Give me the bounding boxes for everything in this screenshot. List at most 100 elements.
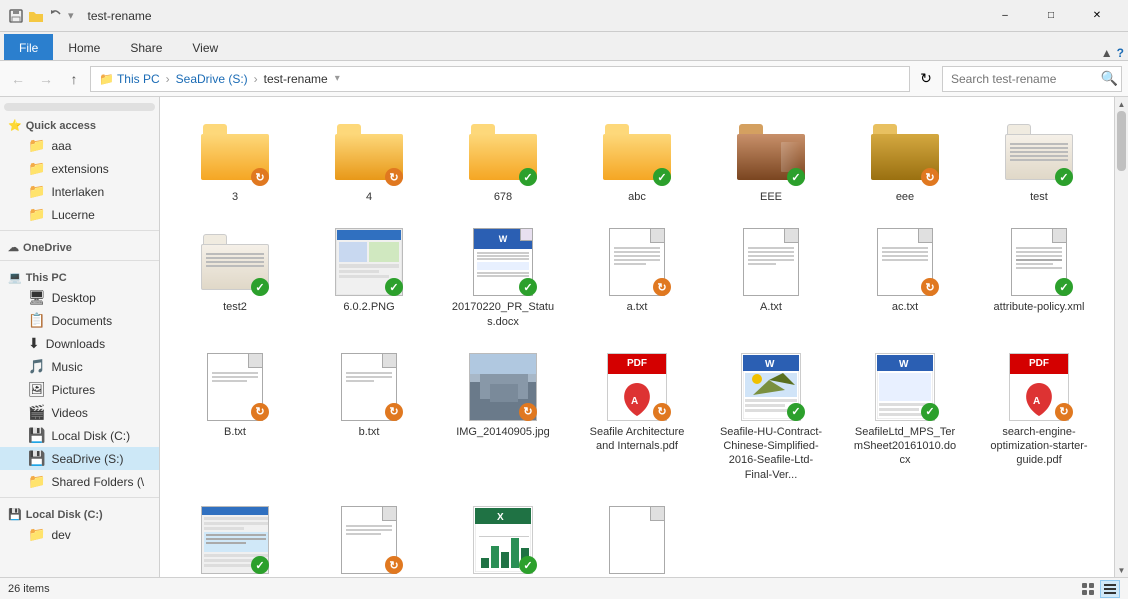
status-badge-EEE: ✓ bbox=[787, 168, 805, 186]
sidebar-item-downloads[interactable]: ⬇ Downloads bbox=[0, 332, 159, 355]
shared-folder-icon: 📁 bbox=[28, 473, 45, 490]
tab-view[interactable]: View bbox=[177, 34, 233, 60]
sidebar-scroll-indicator bbox=[4, 103, 155, 111]
up-button[interactable]: ↑ bbox=[62, 67, 86, 91]
sidebar-label-extensions: extensions bbox=[51, 162, 108, 176]
search-button[interactable]: 🔍 bbox=[1101, 70, 1118, 87]
sidebar-item-shared[interactable]: 📁 Shared Folders (\ bbox=[0, 470, 159, 493]
file-item-678[interactable]: ✓ 678 bbox=[440, 109, 566, 211]
breadcrumb-separator0: 📁 bbox=[99, 72, 114, 86]
sidebar-section-quickaccess[interactable]: ⭐ Quick access bbox=[0, 113, 159, 134]
svg-text:A: A bbox=[631, 396, 638, 407]
file-item-eee[interactable]: ↻ eee bbox=[842, 109, 968, 211]
file-item-seafile-arch-pdf[interactable]: PDF A ↻ Seafile Architecture and Interna… bbox=[574, 344, 700, 489]
sidebar-item-dev[interactable]: 📁 dev bbox=[0, 523, 159, 546]
sidebar-label-desktop: Desktop bbox=[52, 291, 96, 305]
file-item-Atxt[interactable]: A.txt bbox=[708, 219, 834, 336]
sidebar-item-aaa[interactable]: 📁 aaa bbox=[0, 134, 159, 157]
sidebar-item-extensions[interactable]: 📁 extensions bbox=[0, 157, 159, 180]
view-list-button[interactable] bbox=[1100, 580, 1120, 598]
sidebar-item-documents[interactable]: 📋 Documents bbox=[0, 309, 159, 332]
dropdown-arrow-icon[interactable]: ▾ bbox=[68, 9, 74, 22]
breadcrumb-part3[interactable]: test-rename bbox=[261, 72, 331, 86]
sidebar-label-seadrive: SeaDrive (S:) bbox=[51, 452, 123, 466]
file-item-docx1[interactable]: W ✓ 201 bbox=[440, 219, 566, 336]
file-item-testxlsx[interactable]: X ✓ test.xlsx bbox=[440, 497, 566, 577]
file-name-docx1: 20170220_PR_Status.docx bbox=[451, 300, 556, 329]
file-item-seafile-hu-contract[interactable]: W ✓ Seafile-HU-Contract-Chine bbox=[708, 344, 834, 489]
sidebar-item-interlaken[interactable]: 📁 Interlaken bbox=[0, 180, 159, 203]
folder-icon-wrapper-EEE: ✓ bbox=[735, 116, 807, 188]
file-item-actxt[interactable]: ↻ ac.txt bbox=[842, 219, 968, 336]
view-grid-button[interactable] bbox=[1078, 580, 1098, 598]
breadcrumb-dropdown-icon[interactable]: ▾ bbox=[335, 73, 340, 84]
file-icon-wrapper-602png: ✓ bbox=[333, 226, 405, 298]
tab-share[interactable]: Share bbox=[115, 34, 177, 60]
file-item-Btxt[interactable]: ↻ B.txt bbox=[172, 344, 298, 489]
file-item-4[interactable]: ↻ 4 bbox=[306, 109, 432, 211]
file-item-seafileltd-mps[interactable]: W ✓ SeafileLtd_MPS_TermSheet20161010.doc… bbox=[842, 344, 968, 489]
file-icon-wrapper-img20140905: ↻ bbox=[467, 351, 539, 423]
right-scrollbar[interactable]: ▲ ▼ bbox=[1114, 97, 1128, 577]
Atxt-icon bbox=[743, 228, 799, 296]
star-icon: ⭐ bbox=[8, 119, 22, 132]
file-name-Btxt: B.txt bbox=[224, 425, 246, 439]
back-button[interactable]: ← bbox=[6, 67, 30, 91]
status-badge-seafile-arch-pdf: ↻ bbox=[653, 403, 671, 421]
file-item-602png[interactable]: ✓ 6.0.2.PNG bbox=[306, 219, 432, 336]
file-item-3[interactable]: ↻ 3 bbox=[172, 109, 298, 211]
computer-icon: 💻 bbox=[8, 271, 22, 284]
onedrive-label: OneDrive bbox=[23, 242, 72, 254]
sidebar-section-onedrive[interactable]: ☁ OneDrive bbox=[0, 235, 159, 256]
sidebar-label-shared: Shared Folders (\ bbox=[51, 475, 144, 489]
minimize-button[interactable]: ‒ bbox=[982, 0, 1028, 32]
file-item-seo-guide-pdf[interactable]: PDF A ↻ search-engine-optimization-start… bbox=[976, 344, 1102, 489]
scroll-up-button[interactable]: ▲ bbox=[1115, 97, 1128, 111]
sidebar-section-thispc[interactable]: 💻 This PC bbox=[0, 265, 159, 286]
breadcrumb-part1[interactable]: This PC bbox=[114, 72, 163, 86]
file-item-test2[interactable]: ✓ test2 bbox=[172, 219, 298, 336]
file-item-btxt[interactable]: ↻ b.txt bbox=[306, 344, 432, 489]
statusbar: 26 items bbox=[0, 577, 1128, 599]
file-item-atxt[interactable]: ↻ a.txt bbox=[574, 219, 700, 336]
file-name-atxt: a.txt bbox=[627, 300, 648, 314]
file-item-img20140905[interactable]: ↻ IMG_20140905.jpg bbox=[440, 344, 566, 489]
file-item-unnamed1[interactable]: . bbox=[574, 497, 700, 577]
folder-icon-wrapper-test2: ✓ bbox=[199, 226, 271, 298]
file-item-test[interactable]: ✓ test bbox=[976, 109, 1102, 211]
maximize-button[interactable]: □ bbox=[1028, 0, 1074, 32]
scroll-thumb[interactable] bbox=[1117, 111, 1126, 171]
file-icon-wrapper-Btxt: ↻ bbox=[199, 351, 271, 423]
search-input[interactable] bbox=[942, 66, 1122, 92]
breadcrumb-part2[interactable]: SeaDrive (S:) bbox=[173, 72, 251, 86]
folder-icon-wrapper-abc: ✓ bbox=[601, 116, 673, 188]
file-item-testtxt[interactable]: ↻ test.txt bbox=[306, 497, 432, 577]
file-name-3: 3 bbox=[232, 190, 238, 204]
sidebar-item-videos[interactable]: 🎬 Videos bbox=[0, 401, 159, 424]
sidebar-item-music[interactable]: 🎵 Music bbox=[0, 355, 159, 378]
help-icon[interactable]: ? bbox=[1117, 46, 1124, 60]
forward-button[interactable]: → bbox=[34, 67, 58, 91]
scroll-down-button[interactable]: ▼ bbox=[1115, 563, 1128, 577]
file-item-EEE[interactable]: ✓ EEE bbox=[708, 109, 834, 211]
ribbon-collapse-icon[interactable]: ▲ bbox=[1101, 46, 1113, 60]
titlebar-system-icons: ▾ bbox=[8, 8, 74, 24]
file-item-attributepolicy[interactable]: ✓ attribute-policy.xml bbox=[976, 219, 1102, 336]
sidebar-item-desktop[interactable]: 🖥 Desktop bbox=[0, 286, 159, 309]
tab-file[interactable]: File bbox=[4, 34, 53, 60]
breadcrumb[interactable]: 📁 This PC › SeaDrive (S:) › test-rename … bbox=[90, 66, 910, 92]
file-item-abc[interactable]: ✓ abc bbox=[574, 109, 700, 211]
refresh-button[interactable]: ↻ bbox=[914, 67, 938, 91]
sidebar-item-lucerne[interactable]: 📁 Lucerne bbox=[0, 203, 159, 226]
window-controls: ‒ □ ✕ bbox=[982, 0, 1120, 32]
sidebar-item-seadrive[interactable]: 💾 SeaDrive (S:) bbox=[0, 447, 159, 470]
close-button[interactable]: ✕ bbox=[1074, 0, 1120, 32]
tab-home[interactable]: Home bbox=[53, 34, 115, 60]
thispc-label: This PC bbox=[26, 272, 67, 284]
file-item-set-seadrive-env[interactable]: ✓ set-seadrive-env.png bbox=[172, 497, 298, 577]
sidebar-item-pictures[interactable]: 🖼 Pictures bbox=[0, 378, 159, 401]
addressbar: ← → ↑ 📁 This PC › SeaDrive (S:) › test-r… bbox=[0, 61, 1128, 97]
sidebar-item-localdisk-c[interactable]: 💾 Local Disk (C:) bbox=[0, 424, 159, 447]
file-name-602png: 6.0.2.PNG bbox=[343, 300, 394, 314]
item-count: 26 items bbox=[8, 583, 50, 595]
